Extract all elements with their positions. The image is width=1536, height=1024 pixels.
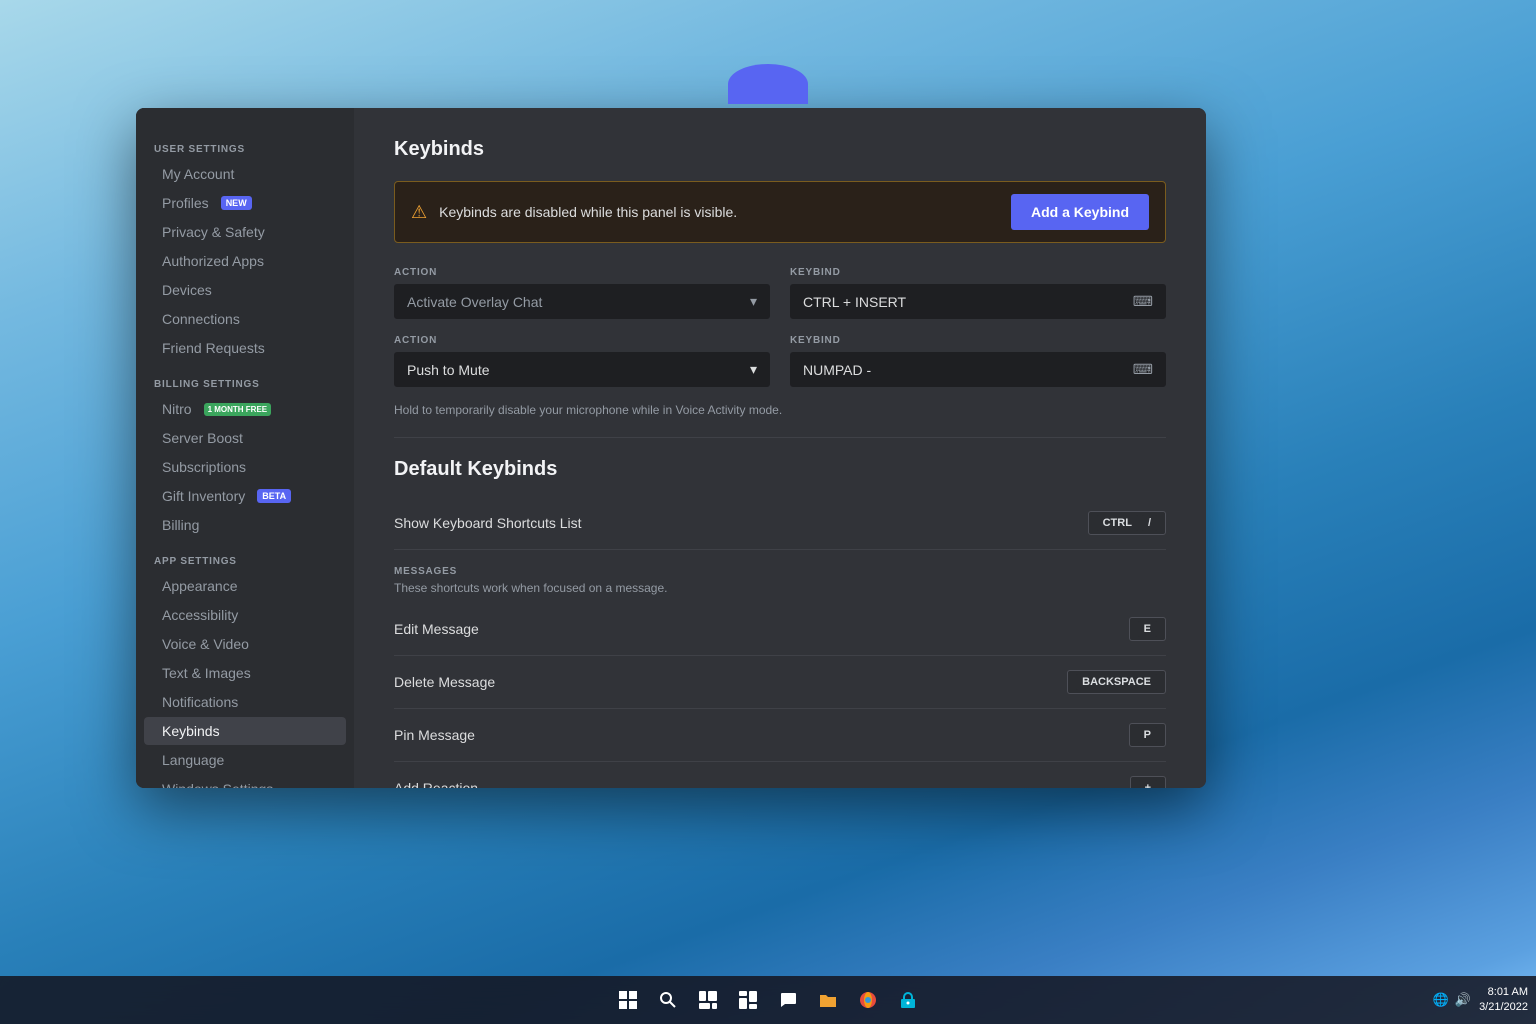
sidebar-item-notifications[interactable]: Notifications bbox=[144, 688, 346, 716]
sidebar-item-keybinds[interactable]: Keybinds bbox=[144, 717, 346, 745]
taskbar-browser-icon[interactable] bbox=[850, 982, 886, 1018]
keybind-name-edit: Edit Message bbox=[394, 621, 479, 637]
nitro-free-badge: 1 MONTH FREE bbox=[204, 403, 272, 416]
taskbar-search-icon[interactable] bbox=[650, 982, 686, 1018]
messages-subsection-title: MESSAGES bbox=[394, 566, 1166, 577]
taskbar-task-view-icon[interactable] bbox=[690, 982, 726, 1018]
keybind-label-1: KEYBIND bbox=[790, 267, 1166, 278]
taskbar: 🌐 🔊 8:01 AM 3/21/2022 bbox=[0, 976, 1536, 1024]
sidebar-item-appearance[interactable]: Appearance bbox=[144, 572, 346, 600]
sidebar-item-billing[interactable]: Billing bbox=[144, 511, 346, 539]
sidebar: USER SETTINGS My Account Profiles NEW Pr… bbox=[136, 108, 354, 788]
sidebar-item-connections[interactable]: Connections bbox=[144, 305, 346, 333]
keybind-entry-shortcuts: Show Keyboard Shortcuts List CTRL / bbox=[394, 497, 1166, 550]
taskbar-widgets-icon[interactable] bbox=[730, 982, 766, 1018]
keybind-label-2: KEYBIND bbox=[790, 335, 1166, 346]
keybind-hint-2: Hold to temporarily disable your microph… bbox=[394, 403, 1166, 417]
warning-icon: ⚠ bbox=[411, 202, 427, 223]
sidebar-item-language[interactable]: Language bbox=[144, 746, 346, 774]
taskbar-clock: 8:01 AM 3/21/2022 bbox=[1479, 985, 1528, 1016]
action-label-2: ACTION bbox=[394, 335, 770, 346]
sidebar-item-windows-settings[interactable]: Windows Settings bbox=[144, 775, 346, 788]
gift-inventory-beta-badge: BETA bbox=[257, 489, 291, 503]
sidebar-item-my-account[interactable]: My Account bbox=[144, 160, 346, 188]
keybind-entry-edit-message: Edit Message E bbox=[394, 603, 1166, 656]
keybind-name-delete: Delete Message bbox=[394, 674, 495, 690]
sidebar-item-text-images[interactable]: Text & Images bbox=[144, 659, 346, 687]
add-keybind-button[interactable]: Add a Keybind bbox=[1011, 194, 1149, 230]
sidebar-section-app-settings: APP SETTINGS bbox=[136, 540, 354, 571]
avatar-circle bbox=[728, 64, 808, 104]
taskbar-center bbox=[610, 982, 926, 1018]
taskbar-windows-icon[interactable] bbox=[610, 982, 646, 1018]
action-col-1: ACTION Activate Overlay Chat ▾ bbox=[394, 267, 770, 319]
taskbar-time: 8:01 AM bbox=[1479, 985, 1528, 1000]
messages-subsection-desc: These shortcuts work when focused on a m… bbox=[394, 581, 1166, 595]
keybind-name-shortcuts: Show Keyboard Shortcuts List bbox=[394, 515, 582, 531]
sidebar-item-subscriptions[interactable]: Subscriptions bbox=[144, 453, 346, 481]
keybind-edit-icon-1[interactable]: ⌨ bbox=[1133, 293, 1153, 310]
sidebar-item-friend-requests[interactable]: Friend Requests bbox=[144, 334, 346, 362]
sidebar-item-profiles[interactable]: Profiles NEW bbox=[144, 189, 346, 217]
keybind-entry-delete-message: Delete Message BACKSPACE bbox=[394, 656, 1166, 709]
keybind-row-2: ACTION Push to Mute ▾ KEYBIND NUMPAD - ⌨ bbox=[394, 335, 1166, 387]
keybind-entry-pin-message: Pin Message P bbox=[394, 709, 1166, 762]
keybind-key-pin: P bbox=[1129, 723, 1166, 747]
sidebar-section-user-settings: USER SETTINGS bbox=[136, 128, 354, 159]
volume-icon: 🔊 bbox=[1455, 992, 1471, 1008]
action-select-2[interactable]: Push to Mute ▾ bbox=[394, 352, 770, 387]
sidebar-item-gift-inventory[interactable]: Gift Inventory BETA bbox=[144, 482, 346, 510]
taskbar-date: 3/21/2022 bbox=[1479, 1000, 1528, 1015]
action-col-2: ACTION Push to Mute ▾ bbox=[394, 335, 770, 387]
sidebar-item-voice-video[interactable]: Voice & Video bbox=[144, 630, 346, 658]
keybind-input-2[interactable]: NUMPAD - ⌨ bbox=[790, 352, 1166, 387]
keybind-key-edit: E bbox=[1129, 617, 1166, 641]
network-icon: 🌐 bbox=[1433, 992, 1449, 1008]
sidebar-item-privacy-safety[interactable]: Privacy & Safety bbox=[144, 218, 346, 246]
action-label-1: ACTION bbox=[394, 267, 770, 278]
page-title: Keybinds bbox=[394, 138, 1166, 161]
taskbar-systray: 🌐 🔊 bbox=[1433, 992, 1471, 1008]
taskbar-chat-icon[interactable] bbox=[770, 982, 806, 1018]
keybind-name-reaction: Add Reaction bbox=[394, 780, 478, 788]
taskbar-right: 🌐 🔊 8:01 AM 3/21/2022 bbox=[1433, 985, 1528, 1016]
action-select-1[interactable]: Activate Overlay Chat ▾ bbox=[394, 284, 770, 319]
default-keybinds-title: Default Keybinds bbox=[394, 458, 1166, 481]
keybind-input-1[interactable]: CTRL + INSERT ⌨ bbox=[790, 284, 1166, 319]
warning-banner: ⚠ Keybinds are disabled while this panel… bbox=[394, 181, 1166, 243]
keybind-entry-add-reaction: Add Reaction + bbox=[394, 762, 1166, 788]
sidebar-item-authorized-apps[interactable]: Authorized Apps bbox=[144, 247, 346, 275]
divider-1 bbox=[394, 437, 1166, 438]
taskbar-store-icon[interactable] bbox=[890, 982, 926, 1018]
sidebar-section-billing-settings: BILLING SETTINGS bbox=[136, 363, 354, 394]
sidebar-item-server-boost[interactable]: Server Boost bbox=[144, 424, 346, 452]
keybind-row-1: ACTION Activate Overlay Chat ▾ KEYBIND C… bbox=[394, 267, 1166, 319]
settings-window: × ESC USER SETTINGS My Account Profiles … bbox=[136, 108, 1206, 788]
taskbar-file-explorer-icon[interactable] bbox=[810, 982, 846, 1018]
keybind-col-1: KEYBIND CTRL + INSERT ⌨ bbox=[790, 267, 1166, 319]
keybind-col-2: KEYBIND NUMPAD - ⌨ bbox=[790, 335, 1166, 387]
keybind-key-shortcuts: CTRL / bbox=[1088, 511, 1166, 535]
sidebar-item-devices[interactable]: Devices bbox=[144, 276, 346, 304]
main-content: Keybinds ⚠ Keybinds are disabled while t… bbox=[354, 108, 1206, 788]
sidebar-item-accessibility[interactable]: Accessibility bbox=[144, 601, 346, 629]
chevron-down-icon-2: ▾ bbox=[750, 361, 757, 378]
keybind-key-reaction: + bbox=[1130, 776, 1166, 788]
warning-text: Keybinds are disabled while this panel i… bbox=[439, 204, 999, 220]
sidebar-item-nitro[interactable]: Nitro 1 MONTH FREE bbox=[144, 395, 346, 423]
profiles-new-badge: NEW bbox=[221, 196, 252, 210]
keybind-edit-icon-2[interactable]: ⌨ bbox=[1133, 361, 1153, 378]
keybind-key-delete: BACKSPACE bbox=[1067, 670, 1166, 694]
chevron-down-icon-1: ▾ bbox=[750, 293, 757, 310]
keybind-name-pin: Pin Message bbox=[394, 727, 475, 743]
